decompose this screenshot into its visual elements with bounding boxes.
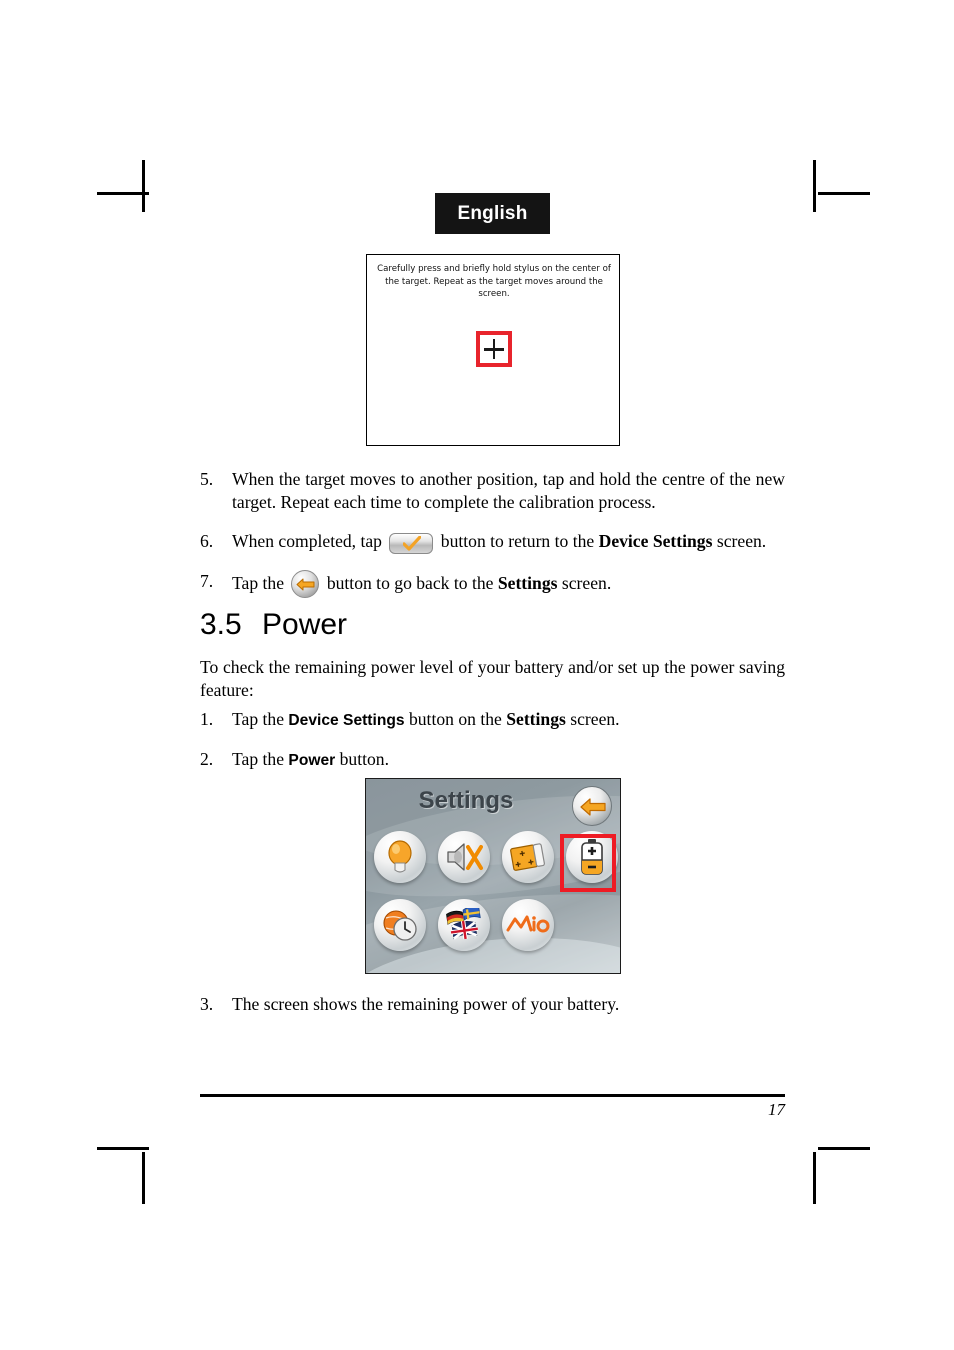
- emphasis-text: Settings: [497, 573, 558, 593]
- back-arrow-icon: [580, 798, 606, 816]
- page-number: 17: [768, 1100, 785, 1119]
- settings-back-button[interactable]: [572, 786, 612, 826]
- calibration-steps-list: 5. When the target moves to another posit…: [200, 468, 785, 614]
- calibration-target-crosshair: [476, 331, 512, 367]
- flags-icon: [446, 908, 481, 940]
- mio-logo-icon: [506, 915, 550, 933]
- section-title: Power: [262, 608, 348, 641]
- crop-mark-top-right-horizontal: [818, 192, 870, 195]
- list-item: 3. The screen shows the remaining power o…: [200, 993, 785, 1016]
- list-item-text: When the target moves to another positio…: [232, 469, 785, 512]
- language-header: English: [435, 193, 550, 234]
- speaker-mute-icon: [447, 843, 483, 871]
- light-bulb-icon: [388, 840, 412, 873]
- page-title: 3.5 Power: [200, 608, 347, 642]
- list-item-text: Tap the Power button.: [232, 749, 389, 769]
- list-item-number: 5.: [200, 469, 214, 489]
- checkmark-button-icon: [389, 533, 434, 554]
- settings-item-backlight[interactable]: [374, 831, 426, 883]
- settings-item-screen[interactable]: [502, 831, 554, 883]
- crop-mark-bottom-right-vertical: [813, 1152, 816, 1204]
- emphasis-text: Settings: [506, 709, 566, 729]
- power-steps-list-bottom: 3. The screen shows the remaining power o…: [200, 993, 785, 1032]
- list-item-text: The screen shows the remaining power of …: [232, 994, 620, 1014]
- list-item-number: 6.: [200, 531, 214, 551]
- ui-label-text: Power: [288, 752, 336, 769]
- list-item-number: 1.: [200, 709, 214, 729]
- settings-item-volume[interactable]: [438, 831, 490, 883]
- settings-screen-title: Settings: [418, 787, 514, 814]
- crop-mark-top-right-vertical: [813, 160, 816, 212]
- list-item: 1. Tap the Device Settings button on the …: [200, 708, 785, 732]
- list-item-text: When completed, tap button to return to …: [232, 530, 785, 554]
- list-item-text: Tap the button to go back to the Setting…: [232, 570, 785, 598]
- settings-item-about[interactable]: [502, 899, 554, 951]
- list-item-number: 3.: [200, 994, 214, 1014]
- crop-mark-bottom-left-vertical: [142, 1152, 145, 1204]
- list-item-text: Tap the Device Settings button on the Se…: [232, 709, 620, 729]
- back-arrow-button-icon: [291, 570, 320, 598]
- list-item: 2. Tap the Power button.: [200, 748, 785, 772]
- calibration-instruction-text: Carefully press and briefly hold stylus …: [377, 264, 611, 300]
- manual-page: English Carefully press and briefly hold…: [0, 0, 954, 1350]
- list-item: 5. When the target moves to another posit…: [200, 468, 785, 514]
- crop-mark-bottom-left-horizontal: [97, 1147, 149, 1150]
- list-item: 7. Tap the button to go back to the Setti…: [200, 570, 785, 598]
- footer-rule: [200, 1094, 785, 1097]
- list-item-number: 7.: [200, 571, 214, 591]
- settings-item-time[interactable]: [374, 899, 426, 951]
- ui-label-text: Device Settings: [288, 712, 405, 729]
- power-icon-highlight-box: [560, 834, 616, 892]
- emphasis-text: Device Settings: [598, 531, 713, 551]
- list-item-number: 2.: [200, 749, 214, 769]
- crop-mark-top-left-vertical: [142, 160, 145, 212]
- settings-item-language[interactable]: [438, 899, 490, 951]
- section-intro-paragraph: To check the remaining power level of yo…: [200, 657, 785, 700]
- list-item: 6. When completed, tap button to return t…: [200, 530, 785, 554]
- crop-mark-bottom-right-horizontal: [818, 1147, 870, 1150]
- clock-globe-icon: [383, 910, 417, 941]
- power-steps-list-top: 1. Tap the Device Settings button on the …: [200, 708, 785, 788]
- display-screen-icon: [510, 843, 545, 871]
- section-number: 3.5: [200, 608, 242, 641]
